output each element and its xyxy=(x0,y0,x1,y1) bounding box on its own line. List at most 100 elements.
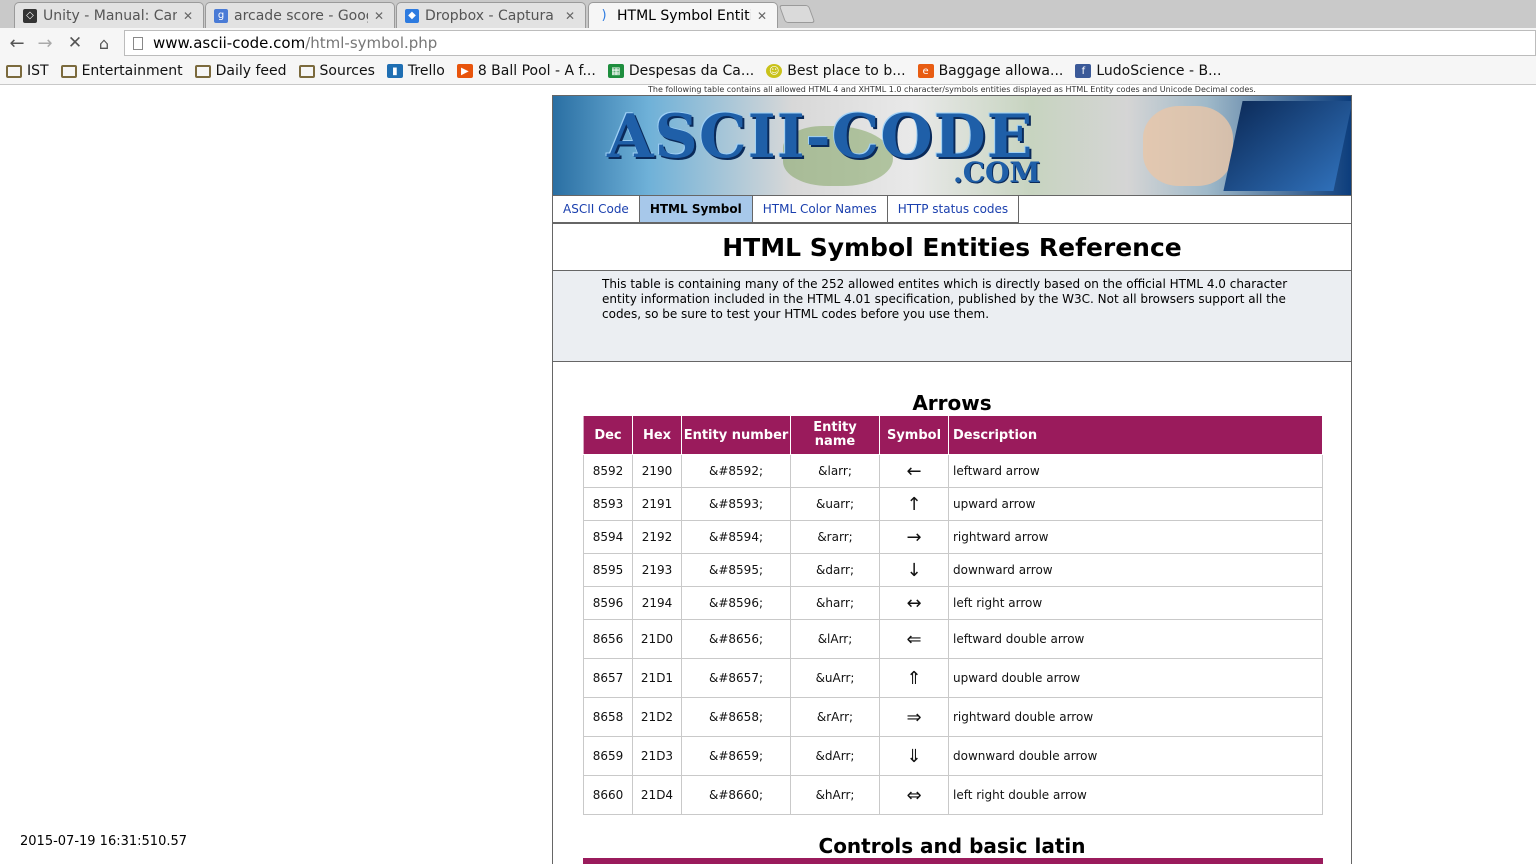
e-icon: e xyxy=(917,64,934,78)
url-path: /html-symbol.php xyxy=(305,34,438,52)
table-row: 8660 21D4 &#8660; &hArr; ⇔ left right double … xyxy=(583,775,1323,815)
site-banner[interactable]: ASCII-CODE .COM xyxy=(553,95,1351,196)
cell-dec: 8595 xyxy=(583,553,633,587)
bookmark-despesas[interactable]: ▦ Despesas da Ca... xyxy=(607,63,755,79)
cell-entity-number: &#8596; xyxy=(681,586,791,620)
screen-graphic xyxy=(1223,101,1351,191)
section-title-controls: Controls and basic latin xyxy=(818,834,1086,858)
cell-description: leftward double arrow xyxy=(948,619,1323,659)
tab-arcade-score[interactable]: g arcade score - Googl ✕ xyxy=(205,2,395,28)
bookmark-daily-feed[interactable]: Daily feed xyxy=(194,63,287,79)
cell-symbol: ⇑ xyxy=(879,658,949,698)
facebook-icon: f xyxy=(1075,64,1092,78)
cell-entity-number: &#8659; xyxy=(681,736,791,776)
tab-title: HTML Symbol Entitie xyxy=(617,7,751,24)
hand-graphic xyxy=(1143,106,1233,186)
cell-hex: 2191 xyxy=(632,487,682,521)
bookmark-label: Entertainment xyxy=(81,63,183,79)
toolbar: ← → ✕ ⌂ www.ascii-code.com/html-symbol.p… xyxy=(0,28,1536,58)
bookmark-label: Daily feed xyxy=(215,63,287,79)
arrows-table: Dec Hex Entity number Entity name Symbol… xyxy=(583,415,1323,815)
cell-symbol: ← xyxy=(879,454,949,488)
unity-icon: ◇ xyxy=(23,8,37,23)
close-icon[interactable]: ✕ xyxy=(757,9,769,23)
cell-entity-number: &#8656; xyxy=(681,619,791,659)
cell-hex: 21D4 xyxy=(632,775,682,815)
folder-icon xyxy=(298,64,315,78)
tab-unity-manual[interactable]: ◇ Unity - Manual: Canv ✕ xyxy=(14,2,204,28)
bookmark-ludoscience[interactable]: f LudoScience - B... xyxy=(1075,63,1221,79)
bookmark-trello[interactable]: ▮ Trello xyxy=(386,63,445,79)
cell-entity-name: &dArr; xyxy=(790,736,880,776)
cell-entity-number: &#8594; xyxy=(681,520,791,554)
stop-icon[interactable]: ✕ xyxy=(64,32,86,54)
timestamp-overlay: 2015-07-19 16:31:510.57 xyxy=(20,834,188,849)
bookmark-label: Trello xyxy=(407,63,445,79)
cell-symbol: ↓ xyxy=(879,553,949,587)
table-row: 8657 21D1 &#8657; &uArr; ⇑ upward double arro… xyxy=(583,658,1323,698)
sheets-icon: ▦ xyxy=(607,64,624,78)
table-row: 8658 21D2 &#8658; &rArr; ⇒ rightward double a… xyxy=(583,697,1323,737)
cell-description: upward arrow xyxy=(948,487,1323,521)
bookmark-label: Best place to b... xyxy=(787,63,906,79)
bookmarks-bar: IST Entertainment Daily feed Sources ▮ Tr… xyxy=(0,58,1536,85)
cell-entity-name: &lArr; xyxy=(790,619,880,659)
forward-arrow-icon[interactable]: → xyxy=(34,32,56,54)
table-row: 8596 2194 &#8596; &harr; ↔ left right arrow xyxy=(583,586,1323,620)
cell-symbol: → xyxy=(879,520,949,554)
bookmark-best-place[interactable]: ☺ Best place to b... xyxy=(766,63,906,79)
folder-icon xyxy=(194,64,211,78)
cell-description: upward double arrow xyxy=(948,658,1323,698)
cell-entity-number: &#8592; xyxy=(681,454,791,488)
cell-entity-number: &#8658; xyxy=(681,697,791,737)
cell-dec: 8657 xyxy=(583,658,633,698)
bookmark-sources[interactable]: Sources xyxy=(298,63,375,79)
close-icon[interactable]: ✕ xyxy=(565,9,577,23)
cell-dec: 8592 xyxy=(583,454,633,488)
nav-http-status-codes[interactable]: HTTP status codes xyxy=(887,196,1020,223)
nav-html-color-names[interactable]: HTML Color Names xyxy=(752,196,888,223)
bookmark-label: Baggage allowa... xyxy=(938,63,1064,79)
bookmark-baggage[interactable]: e Baggage allowa... xyxy=(917,63,1064,79)
cell-entity-number: &#8657; xyxy=(681,658,791,698)
cell-dec: 8656 xyxy=(583,619,633,659)
tab-html-symbol[interactable]: ) HTML Symbol Entitie ✕ xyxy=(588,2,778,28)
nav-ascii-code[interactable]: ASCII Code xyxy=(553,196,640,223)
folder-icon xyxy=(6,64,22,78)
cell-description: downward double arrow xyxy=(948,736,1323,776)
cell-symbol: ⇔ xyxy=(879,775,949,815)
intro-text: This table is containing many of the 252… xyxy=(602,277,1288,321)
bookmark-label: Despesas da Ca... xyxy=(628,63,755,79)
cell-entity-name: &larr; xyxy=(790,454,880,488)
new-tab-button[interactable] xyxy=(778,5,816,23)
smiley-icon: ☺ xyxy=(766,64,783,78)
home-icon[interactable]: ⌂ xyxy=(93,32,115,54)
cell-dec: 8594 xyxy=(583,520,633,554)
address-bar[interactable]: www.ascii-code.com/html-symbol.php xyxy=(124,30,1536,56)
bookmark-ist[interactable]: IST xyxy=(6,63,49,79)
table-row: 8595 2193 &#8595; &darr; ↓ downward arrow xyxy=(583,553,1323,587)
cell-entity-number: &#8593; xyxy=(681,487,791,521)
table-row: 8592 2190 &#8592; &larr; ← leftward arrow xyxy=(583,454,1323,488)
close-icon[interactable]: ✕ xyxy=(183,9,195,23)
cell-dec: 8659 xyxy=(583,736,633,776)
site-nav: ASCII Code HTML Symbol HTML Color Names … xyxy=(553,196,1020,223)
cell-hex: 2194 xyxy=(632,586,682,620)
tab-dropbox[interactable]: ◆ Dropbox - Captura d ✕ xyxy=(396,2,586,28)
nav-html-symbol[interactable]: HTML Symbol xyxy=(639,196,753,223)
close-icon[interactable]: ✕ xyxy=(374,9,386,23)
back-arrow-icon[interactable]: ← xyxy=(6,32,28,54)
cell-symbol: ⇒ xyxy=(879,697,949,737)
cell-dec: 8593 xyxy=(583,487,633,521)
table-row: 8593 2191 &#8593; &uarr; ↑ upward arrow xyxy=(583,487,1323,521)
cell-hex: 2193 xyxy=(632,553,682,587)
dropbox-icon: ◆ xyxy=(405,8,419,23)
bookmark-entertainment[interactable]: Entertainment xyxy=(60,63,183,79)
cell-hex: 21D2 xyxy=(632,697,682,737)
intro-box: This table is containing many of the 252… xyxy=(553,270,1351,362)
cell-symbol: ↔ xyxy=(879,586,949,620)
url-host: www.ascii-code.com xyxy=(153,34,306,52)
bookmark-label: Sources xyxy=(319,63,375,79)
header-hex: Hex xyxy=(632,415,682,455)
bookmark-8-ball-pool[interactable]: ▶ 8 Ball Pool - A f... xyxy=(456,63,596,79)
